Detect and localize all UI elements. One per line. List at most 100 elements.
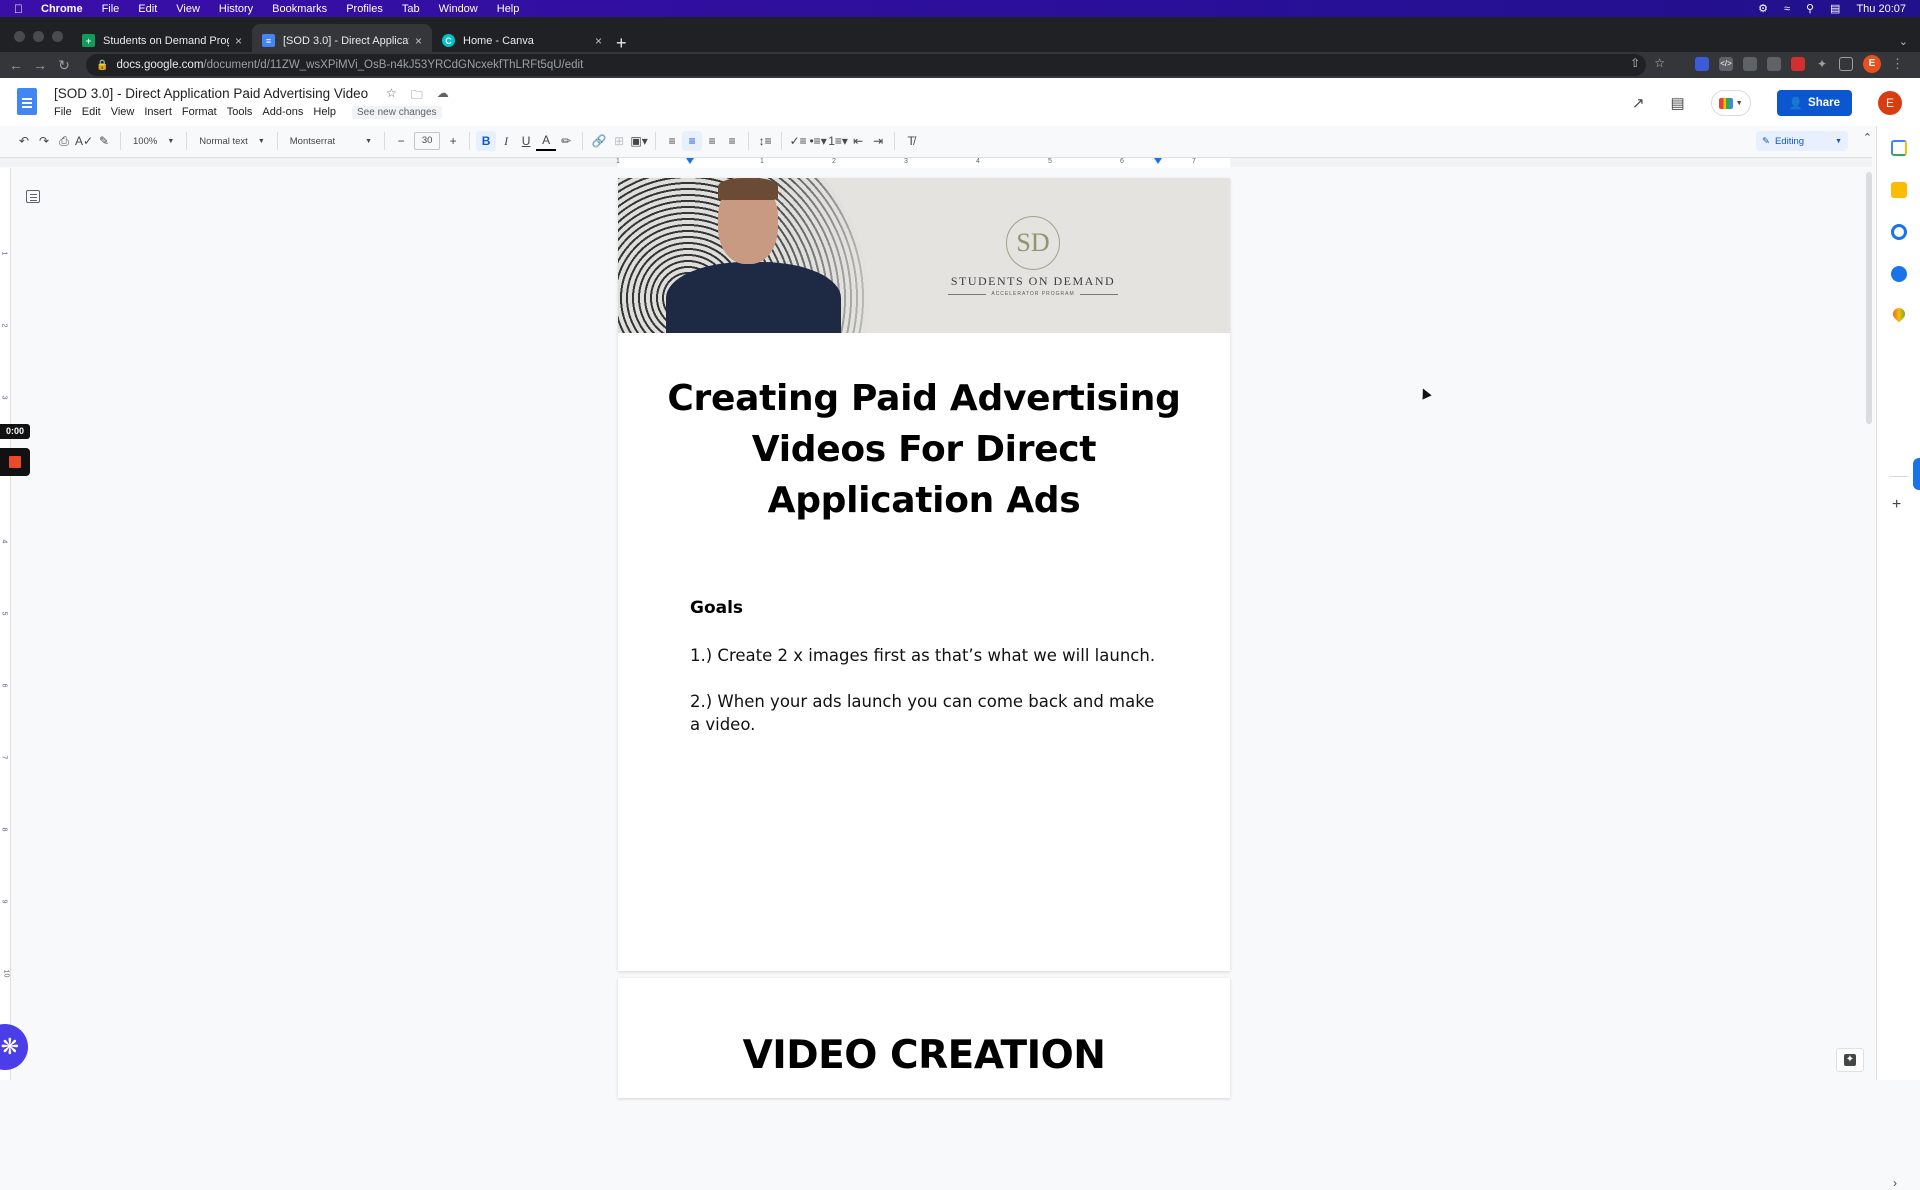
increase-font-size-button[interactable]: + xyxy=(443,131,463,151)
spellcheck-icon[interactable]: A✓ xyxy=(74,131,94,151)
side-panel-icon[interactable] xyxy=(1839,57,1853,71)
horizontal-ruler[interactable]: 1 1 2 3 4 5 6 7 xyxy=(0,157,1872,168)
share-page-icon[interactable]: ⇧ xyxy=(1630,56,1640,70)
explore-button[interactable]: ✦ xyxy=(1836,1048,1864,1072)
redo-icon[interactable]: ↷ xyxy=(34,131,54,151)
menu-edit[interactable]: Edit xyxy=(138,3,157,15)
menu-bookmarks[interactable]: Bookmarks xyxy=(272,3,327,15)
style-select[interactable]: Normal text ▼ xyxy=(193,136,271,147)
forward-icon[interactable]: → xyxy=(28,57,52,73)
menu-tab[interactable]: Tab xyxy=(402,3,420,15)
decrease-indent-icon[interactable]: ⇤ xyxy=(848,131,868,151)
close-tab-icon[interactable]: × xyxy=(415,34,422,48)
address-bar[interactable]: 🔒 docs.google.com /document/d/11ZW_wsXPi… xyxy=(86,54,1646,76)
tab-search-chevron-icon[interactable]: ⌄ xyxy=(1899,35,1908,48)
bold-button[interactable]: B xyxy=(476,131,497,151)
numbered-list-icon[interactable]: 1≡▾ xyxy=(828,131,848,151)
clear-formatting-icon[interactable]: T̸ xyxy=(901,131,921,151)
highlight-color-icon[interactable]: ✏ xyxy=(556,131,576,151)
align-right-icon[interactable]: ≡ xyxy=(702,131,722,151)
apple-icon[interactable]:  xyxy=(14,2,23,16)
text-color-button[interactable]: A xyxy=(536,131,557,151)
side-panel-tab[interactable] xyxy=(1913,458,1920,490)
wifi-icon[interactable]: ≈ xyxy=(1784,3,1790,15)
print-icon[interactable]: ⎙ xyxy=(54,131,74,151)
checklist-icon[interactable]: ✓≡ xyxy=(788,131,808,151)
menu-app-chrome[interactable]: Chrome xyxy=(41,3,83,15)
profile-avatar[interactable]: E xyxy=(1863,55,1881,73)
docs-menu-tools[interactable]: Tools xyxy=(227,106,253,119)
tasks-icon[interactable] xyxy=(1891,224,1907,240)
underline-button[interactable]: U xyxy=(516,131,536,151)
insert-link-icon[interactable]: 🔗 xyxy=(589,131,609,151)
puzzle-extensions-icon[interactable]: ✦ xyxy=(1815,57,1829,71)
font-select[interactable]: Montserrat ▼ xyxy=(284,136,378,147)
menu-profiles[interactable]: Profiles xyxy=(346,3,383,15)
decrease-font-size-button[interactable]: − xyxy=(391,131,411,151)
back-icon[interactable]: ← xyxy=(4,57,28,73)
docs-menu-help[interactable]: Help xyxy=(313,106,336,119)
italic-button[interactable]: I xyxy=(496,131,516,151)
menu-help[interactable]: Help xyxy=(497,3,520,15)
document-outline-icon[interactable] xyxy=(26,190,40,203)
document-page[interactable]: VIDEO CREATION xyxy=(618,978,1230,1098)
keep-icon[interactable] xyxy=(1891,182,1907,198)
activity-trend-icon[interactable]: ↗ xyxy=(1632,94,1645,112)
close-tab-icon[interactable]: × xyxy=(595,34,602,48)
menu-view[interactable]: View xyxy=(176,3,200,15)
font-size-input[interactable]: 30 xyxy=(414,132,441,150)
reload-icon[interactable]: ↻ xyxy=(52,57,76,74)
docs-menu-format[interactable]: Format xyxy=(182,106,217,119)
zoom-select[interactable]: 100% ▼ xyxy=(127,136,180,147)
extension-record-icon[interactable] xyxy=(1791,57,1805,71)
scrollbar-thumb[interactable] xyxy=(1866,172,1872,424)
user-avatar[interactable]: E xyxy=(1878,91,1902,115)
docs-menu-edit[interactable]: Edit xyxy=(82,106,101,119)
new-tab-button[interactable]: + xyxy=(616,33,627,54)
maps-icon[interactable] xyxy=(1890,305,1908,323)
close-window-button[interactable] xyxy=(14,31,25,42)
gear-status-icon[interactable]: ⚙ xyxy=(1758,2,1768,15)
cloud-saved-icon[interactable]: ☁ xyxy=(437,86,449,107)
bulleted-list-icon[interactable]: •≡▾ xyxy=(808,131,828,151)
menu-file[interactable]: File xyxy=(102,3,120,15)
star-icon[interactable]: ☆ xyxy=(386,86,397,107)
extension-icon[interactable] xyxy=(1695,57,1709,71)
align-left-icon[interactable]: ≡ xyxy=(662,131,682,151)
comments-icon[interactable]: ▤ xyxy=(1671,94,1685,112)
clock[interactable]: Thu 20:07 xyxy=(1856,3,1906,15)
right-indent-marker[interactable] xyxy=(1154,158,1162,164)
see-new-changes-button[interactable]: See new changes xyxy=(352,106,442,119)
minimize-window-button[interactable] xyxy=(33,31,44,42)
vertical-ruler[interactable]: 1 2 3 4 5 6 7 8 9 10 xyxy=(0,168,11,1080)
stop-recording-button[interactable] xyxy=(0,448,30,476)
chrome-menu-icon[interactable]: ⋮ xyxy=(1891,56,1904,72)
meet-button[interactable]: ▼ xyxy=(1710,90,1751,116)
undo-icon[interactable]: ↶ xyxy=(14,131,34,151)
calendar-icon[interactable] xyxy=(1891,140,1907,156)
align-center-icon[interactable]: ≡ xyxy=(682,131,703,151)
add-comment-icon[interactable]: ⊞ xyxy=(609,131,629,151)
increase-indent-icon[interactable]: ⇥ xyxy=(868,131,888,151)
document-title[interactable]: [SOD 3.0] - Direct Application Paid Adve… xyxy=(54,86,368,101)
google-docs-logo-icon[interactable] xyxy=(17,88,37,115)
docs-menu-view[interactable]: View xyxy=(111,106,135,119)
close-tab-icon[interactable]: × xyxy=(235,34,242,48)
spotlight-search-icon[interactable]: ⚲ xyxy=(1806,2,1814,15)
align-justify-icon[interactable]: ≡ xyxy=(722,131,742,151)
contacts-icon[interactable] xyxy=(1891,266,1907,282)
paint-format-icon[interactable]: ✎ xyxy=(94,131,114,151)
document-page[interactable]: SD STUDENTS ON DEMAND ACCELERATOR PROGRA… xyxy=(618,178,1230,971)
get-addons-plus-icon[interactable]: + xyxy=(1892,496,1901,514)
expand-panel-chevron-icon[interactable]: › xyxy=(1893,1176,1897,1190)
lock-icon[interactable]: 🔒 xyxy=(96,60,108,71)
left-indent-marker[interactable] xyxy=(686,158,694,164)
header-banner-image[interactable]: SD STUDENTS ON DEMAND ACCELERATOR PROGRA… xyxy=(618,178,1230,333)
maximize-window-button[interactable] xyxy=(52,31,63,42)
floating-assistant-button[interactable]: ❋ xyxy=(0,1024,28,1070)
insert-image-icon[interactable]: ▣▾ xyxy=(629,131,649,151)
menu-window[interactable]: Window xyxy=(439,3,478,15)
menu-history[interactable]: History xyxy=(219,3,253,15)
extension-code-icon[interactable]: </> xyxy=(1719,57,1733,71)
control-center-icon[interactable]: ▤ xyxy=(1830,2,1840,15)
